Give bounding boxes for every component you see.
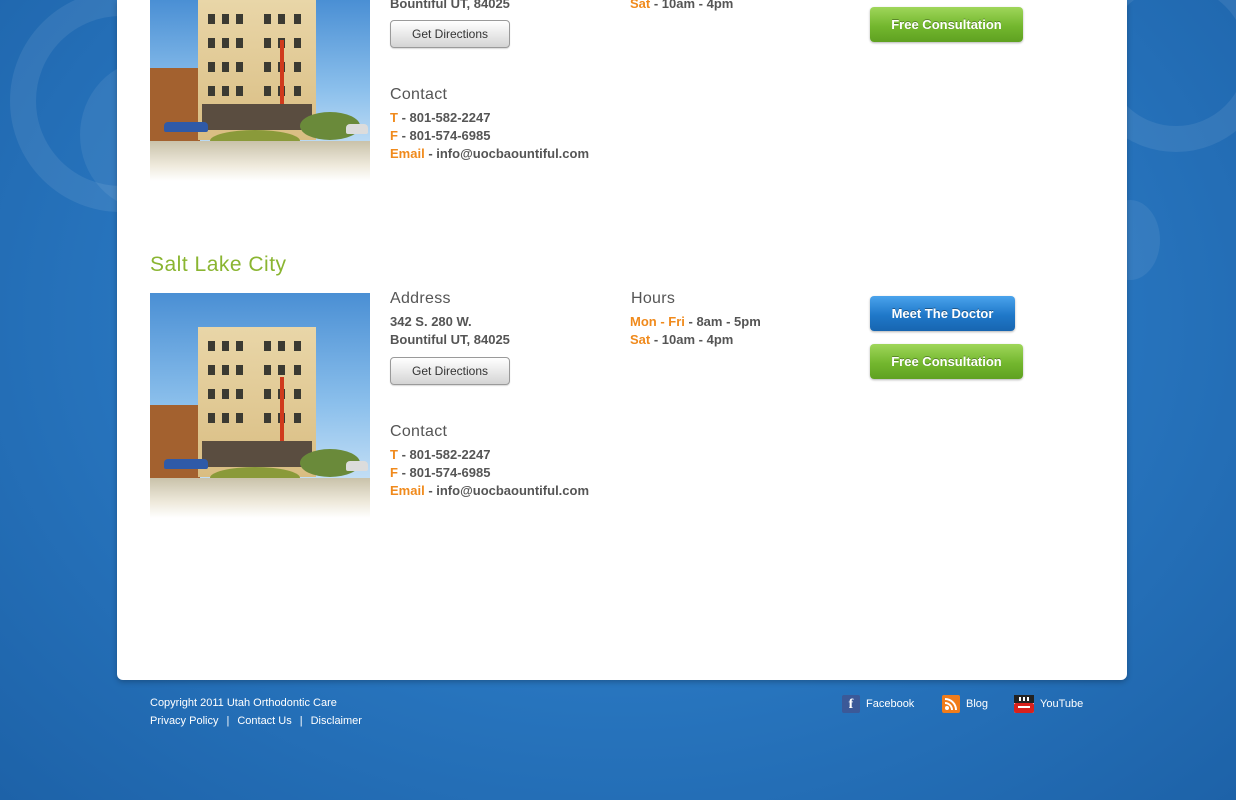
facebook-icon: f — [842, 695, 860, 713]
link-separator: | — [299, 715, 303, 727]
phone-number[interactable]: - 801-582-2247 — [402, 110, 491, 125]
address-line: Bountiful UT, 84025 — [390, 0, 510, 11]
fax-number: - 801-574-6985 — [401, 465, 491, 480]
office-photo — [150, 293, 370, 518]
office-photo — [150, 0, 370, 181]
hours-saturday: Sat - 10am - 4pm — [630, 332, 733, 347]
get-directions-button[interactable]: Get Directions — [390, 357, 510, 385]
disclaimer-link[interactable]: Disclaimer — [311, 715, 362, 727]
contact-heading: Contact — [390, 423, 448, 440]
free-consultation-button[interactable]: Free Consultation — [870, 344, 1023, 379]
hours-day-label: Sat — [630, 332, 651, 347]
hours-time: - 8am - 5pm — [688, 314, 761, 329]
hours-time: - 10am - 4pm — [653, 332, 734, 347]
hours-saturday: Sat - 10am - 4pm — [630, 0, 733, 11]
phone-number[interactable]: - 801-582-2247 — [402, 447, 491, 462]
free-consultation-button[interactable]: Free Consultation — [870, 7, 1023, 42]
get-directions-button[interactable]: Get Directions — [390, 20, 510, 48]
phone-line: T - 801-582-2247 — [390, 110, 490, 125]
fax-line: F - 801-574-6985 — [390, 465, 490, 480]
blog-link[interactable]: Blog — [942, 695, 988, 713]
contact-us-link[interactable]: Contact Us — [237, 715, 291, 727]
hours-day-label: Mon - Fri — [630, 314, 685, 329]
blog-label: Blog — [966, 698, 989, 710]
privacy-policy-link[interactable]: Privacy Policy — [150, 715, 218, 727]
hours-time: - 10am - 4pm — [653, 0, 734, 11]
email-link[interactable]: - info@uocbaountiful.com — [428, 146, 589, 161]
youtube-label: YouTube — [1040, 698, 1084, 710]
rss-icon — [942, 695, 960, 713]
email-line: Email - info@uocbaountiful.com — [390, 483, 589, 498]
email-line: Email - info@uocbaountiful.com — [390, 146, 589, 161]
email-key: Email — [390, 146, 425, 161]
footer-links: Privacy Policy | Contact Us | Disclaimer — [150, 715, 362, 727]
phone-key: T — [390, 447, 398, 462]
location-title: Salt Lake City — [150, 253, 287, 276]
fax-number: - 801-574-6985 — [401, 128, 491, 143]
youtube-link[interactable]: YouTube — [1014, 695, 1083, 713]
address-line: Bountiful UT, 84025 — [390, 332, 510, 347]
email-link[interactable]: - info@uocbaountiful.com — [428, 483, 589, 498]
hours-heading: Hours — [631, 290, 676, 307]
phone-line: T - 801-582-2247 — [390, 447, 490, 462]
contact-heading: Contact — [390, 86, 448, 103]
copyright-text: Copyright 2011 Utah Orthodontic Care — [150, 697, 337, 709]
email-key: Email — [390, 483, 425, 498]
hours-weekday: Mon - Fri - 8am - 5pm — [630, 314, 761, 329]
fax-key: F — [390, 128, 398, 143]
address-line: 342 S. 280 W. — [390, 314, 472, 329]
fax-key: F — [390, 465, 398, 480]
facebook-link[interactable]: f Facebook — [842, 695, 914, 713]
address-heading: Address — [390, 290, 451, 307]
phone-key: T — [390, 110, 398, 125]
link-separator: | — [226, 715, 230, 727]
youtube-icon — [1014, 695, 1034, 713]
meet-the-doctor-button[interactable]: Meet The Doctor — [870, 296, 1015, 331]
fax-line: F - 801-574-6985 — [390, 128, 490, 143]
hours-day-label: Sat — [630, 0, 651, 11]
facebook-label: Facebook — [866, 698, 915, 710]
